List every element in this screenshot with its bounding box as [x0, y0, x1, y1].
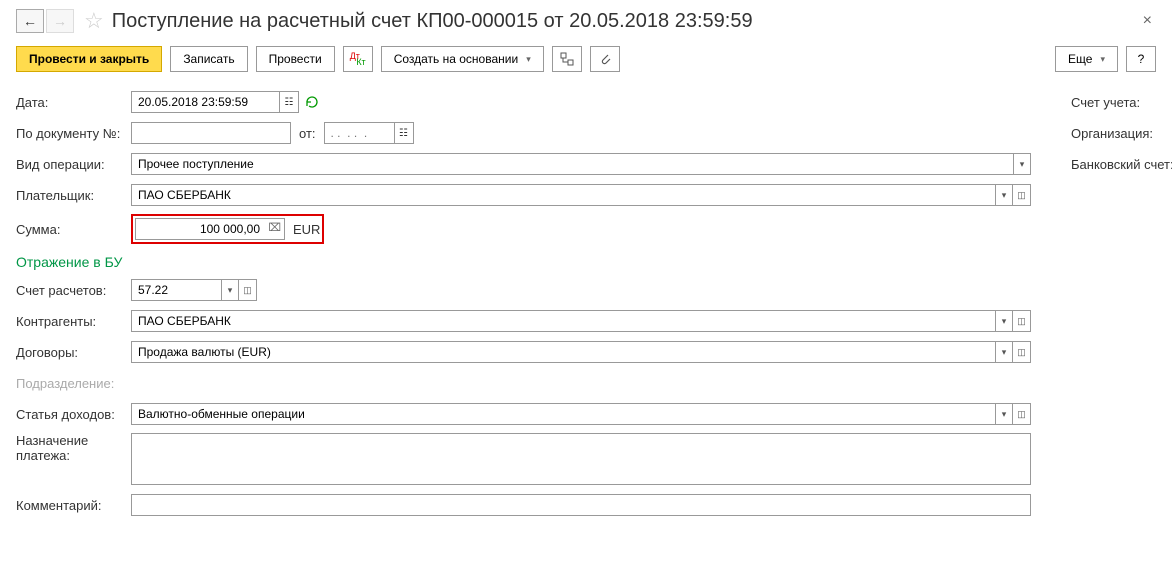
doc-no-input[interactable] [131, 122, 291, 144]
amount-label: Сумма: [16, 222, 131, 237]
purpose-label: Назначение платежа: [16, 433, 131, 463]
currency-label: EUR [293, 222, 320, 237]
department-label: Подразделение: [16, 376, 131, 391]
forward-button[interactable]: → [46, 9, 74, 33]
close-icon[interactable]: × [1139, 12, 1156, 30]
counterparty-input[interactable] [131, 310, 995, 332]
op-type-dropdown-icon[interactable]: ▾ [1013, 153, 1031, 175]
favorite-icon[interactable]: ☆ [84, 8, 104, 34]
dtkt-button[interactable]: ДтКт [343, 46, 373, 72]
create-based-button[interactable]: Создать на основании [381, 46, 544, 72]
post-button[interactable]: Провести [256, 46, 335, 72]
create-based-label: Создать на основании [394, 52, 519, 66]
calculator-icon[interactable]: ⌧ [268, 221, 281, 234]
bank-acc-label: Банковский счет: [1071, 157, 1172, 172]
comment-input[interactable] [131, 494, 1031, 516]
hierarchy-button[interactable] [552, 46, 582, 72]
income-item-input[interactable] [131, 403, 995, 425]
section-accounting: Отражение в БУ [16, 254, 1031, 270]
amount-input[interactable] [135, 218, 285, 240]
contract-label: Договоры: [16, 345, 131, 360]
counterparty-dropdown-icon[interactable]: ▾ [995, 310, 1013, 332]
contract-open-icon[interactable]: ◫ [1013, 341, 1031, 363]
doc-from-label: от: [299, 126, 316, 141]
account-label: Счет учета: [1071, 95, 1172, 110]
income-item-label: Статья доходов: [16, 407, 131, 422]
settle-acc-input[interactable] [131, 279, 221, 301]
doc-date-input[interactable] [324, 122, 394, 144]
settle-acc-dropdown-icon[interactable]: ▾ [221, 279, 239, 301]
op-type-label: Вид операции: [16, 157, 131, 172]
op-type-input[interactable] [131, 153, 1013, 175]
counterparty-open-icon[interactable]: ◫ [1013, 310, 1031, 332]
comment-label: Комментарий: [16, 498, 131, 513]
counterparty-label: Контрагенты: [16, 314, 131, 329]
income-item-dropdown-icon[interactable]: ▾ [995, 403, 1013, 425]
settle-acc-open-icon[interactable]: ◫ [239, 279, 257, 301]
date-label: Дата: [16, 95, 131, 110]
attachment-button[interactable] [590, 46, 620, 72]
doc-no-label: По документу №: [16, 126, 131, 141]
more-label: Еще [1068, 52, 1092, 66]
more-button[interactable]: Еще [1055, 46, 1118, 72]
back-button[interactable]: ← [16, 9, 44, 33]
org-label: Организация: [1071, 126, 1172, 141]
purpose-textarea[interactable] [131, 433, 1031, 485]
payer-dropdown-icon[interactable]: ▾ [995, 184, 1013, 206]
settle-acc-label: Счет расчетов: [16, 283, 131, 298]
calendar-icon[interactable]: ☷ [279, 91, 299, 113]
contract-input[interactable] [131, 341, 995, 363]
doc-date-calendar-icon[interactable]: ☷ [394, 122, 414, 144]
save-button[interactable]: Записать [170, 46, 247, 72]
payer-input[interactable] [131, 184, 995, 206]
page-title: Поступление на расчетный счет КП00-00001… [112, 10, 1139, 33]
post-and-close-button[interactable]: Провести и закрыть [16, 46, 162, 72]
income-item-open-icon[interactable]: ◫ [1013, 403, 1031, 425]
payer-open-icon[interactable]: ◫ [1013, 184, 1031, 206]
payer-label: Плательщик: [16, 188, 131, 203]
help-button[interactable]: ? [1126, 46, 1156, 72]
amount-highlight: ⌧ EUR [131, 214, 324, 244]
contract-dropdown-icon[interactable]: ▾ [995, 341, 1013, 363]
refresh-icon[interactable] [305, 95, 319, 109]
date-input[interactable] [131, 91, 279, 113]
